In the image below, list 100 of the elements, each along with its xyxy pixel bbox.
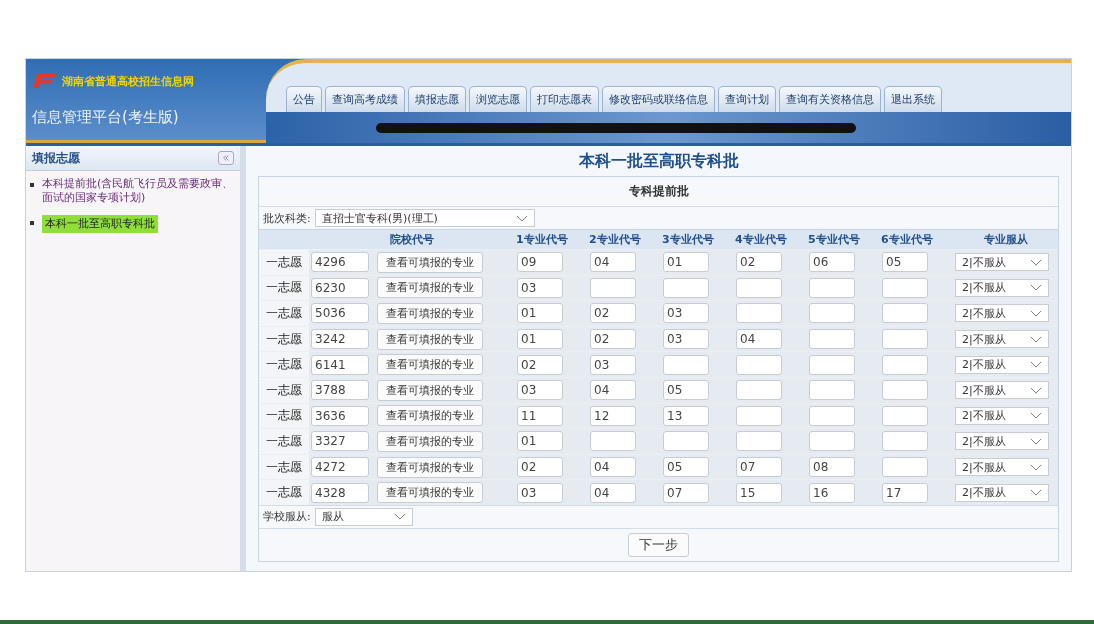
major-code-field[interactable]: 01: [517, 329, 563, 350]
major-code-field[interactable]: 12: [590, 405, 636, 426]
obey-dropdown[interactable]: 2|不服从: [955, 330, 1049, 349]
major-code-field[interactable]: 04: [590, 252, 636, 273]
major-code-field[interactable]: [590, 277, 636, 298]
school-code-field[interactable]: 5036: [311, 303, 369, 324]
major-code-field[interactable]: 01: [517, 431, 563, 452]
nav-tab[interactable]: 查询计划: [718, 86, 776, 112]
obey-dropdown[interactable]: 2|不服从: [955, 432, 1049, 451]
view-majors-button[interactable]: 查看可填报的专业: [377, 354, 483, 376]
major-code-field[interactable]: 17: [882, 482, 928, 503]
major-code-field[interactable]: 16: [809, 482, 855, 503]
nav-tab[interactable]: 填报志愿: [408, 86, 466, 112]
major-code-field[interactable]: 03: [590, 354, 636, 375]
major-code-field[interactable]: 04: [590, 457, 636, 478]
obey-dropdown[interactable]: 2|不服从: [955, 406, 1049, 425]
major-code-field[interactable]: 11: [517, 405, 563, 426]
major-code-field[interactable]: [736, 277, 782, 298]
nav-tab[interactable]: 退出系统: [884, 86, 942, 112]
major-code-field[interactable]: 09: [517, 252, 563, 273]
major-code-field[interactable]: 15: [736, 482, 782, 503]
major-code-field[interactable]: [736, 405, 782, 426]
major-code-field[interactable]: [809, 354, 855, 375]
school-code-field[interactable]: 4296: [311, 252, 369, 273]
major-code-field[interactable]: 04: [736, 329, 782, 350]
major-code-field[interactable]: 03: [517, 277, 563, 298]
major-code-field[interactable]: 03: [663, 329, 709, 350]
major-code-field[interactable]: 04: [590, 380, 636, 401]
major-code-field[interactable]: [882, 380, 928, 401]
major-code-field[interactable]: 02: [590, 329, 636, 350]
major-code-field[interactable]: 03: [517, 482, 563, 503]
view-majors-button[interactable]: 查看可填报的专业: [377, 482, 483, 504]
obey-dropdown[interactable]: 2|不服从: [955, 483, 1049, 502]
next-button[interactable]: 下一步: [628, 532, 689, 557]
major-code-field[interactable]: 01: [663, 252, 709, 273]
view-majors-button[interactable]: 查看可填报的专业: [377, 328, 483, 350]
view-majors-button[interactable]: 查看可填报的专业: [377, 379, 483, 401]
view-majors-button[interactable]: 查看可填报的专业: [377, 405, 483, 427]
major-code-field[interactable]: [809, 431, 855, 452]
view-majors-button[interactable]: 查看可填报的专业: [377, 303, 483, 324]
major-code-field[interactable]: 05: [663, 457, 709, 478]
batch-dropdown[interactable]: 直招士官专科(男)(理工): [314, 209, 535, 227]
major-code-field[interactable]: [809, 405, 855, 426]
school-code-field[interactable]: 4272: [311, 457, 369, 478]
major-code-field[interactable]: [736, 380, 782, 401]
major-code-field[interactable]: [882, 457, 928, 478]
nav-tab[interactable]: 查询高考成绩: [325, 86, 405, 112]
major-code-field[interactable]: [882, 431, 928, 452]
major-code-field[interactable]: 01: [517, 303, 563, 324]
nav-tab[interactable]: 打印志愿表: [530, 86, 599, 112]
nav-tab[interactable]: 查询有关资格信息: [779, 86, 881, 112]
major-code-field[interactable]: 04: [590, 482, 636, 503]
school-code-field[interactable]: 4328: [311, 482, 369, 503]
major-code-field[interactable]: 13: [663, 405, 709, 426]
major-code-field[interactable]: [882, 329, 928, 350]
obey-dropdown[interactable]: 2|不服从: [955, 278, 1049, 297]
major-code-field[interactable]: [736, 303, 782, 324]
major-code-field[interactable]: [663, 431, 709, 452]
obey-dropdown[interactable]: 2|不服从: [955, 304, 1049, 323]
view-majors-button[interactable]: 查看可填报的专业: [377, 277, 483, 299]
nav-tab[interactable]: 浏览志愿: [469, 86, 527, 112]
major-code-field[interactable]: [809, 329, 855, 350]
major-code-field[interactable]: 07: [663, 482, 709, 503]
major-code-field[interactable]: [736, 431, 782, 452]
major-code-field[interactable]: [809, 303, 855, 324]
sidebar-link[interactable]: 本科提前批(含民航飞行员及需要政审、面试的国家专项计划): [42, 177, 236, 205]
nav-tab[interactable]: 公告: [286, 86, 322, 112]
major-code-field[interactable]: [663, 354, 709, 375]
view-majors-button[interactable]: 查看可填报的专业: [377, 251, 483, 273]
major-code-field[interactable]: 02: [517, 354, 563, 375]
major-code-field[interactable]: 05: [882, 252, 928, 273]
obey-dropdown[interactable]: 2|不服从: [955, 253, 1049, 272]
view-majors-button[interactable]: 查看可填报的专业: [377, 430, 483, 452]
major-code-field[interactable]: 03: [663, 303, 709, 324]
school-code-field[interactable]: 3242: [311, 329, 369, 350]
major-code-field[interactable]: [882, 405, 928, 426]
major-code-field[interactable]: 02: [517, 457, 563, 478]
view-majors-button[interactable]: 查看可填报的专业: [377, 456, 483, 478]
major-code-field[interactable]: [736, 354, 782, 375]
nav-tab[interactable]: 修改密码或联络信息: [602, 86, 715, 112]
school-code-field[interactable]: 3327: [311, 431, 369, 452]
obey-dropdown[interactable]: 2|不服从: [955, 381, 1049, 400]
obey-dropdown[interactable]: 2|不服从: [955, 355, 1049, 374]
school-code-field[interactable]: 3636: [311, 405, 369, 426]
major-code-field[interactable]: 08: [809, 457, 855, 478]
major-code-field[interactable]: [663, 277, 709, 298]
school-code-field[interactable]: 3788: [311, 380, 369, 401]
major-code-field[interactable]: 02: [736, 252, 782, 273]
obey-dropdown[interactable]: 2|不服从: [955, 458, 1049, 477]
major-code-field[interactable]: [809, 277, 855, 298]
major-code-field[interactable]: 02: [590, 303, 636, 324]
major-code-field[interactable]: [590, 431, 636, 452]
major-code-field[interactable]: 07: [736, 457, 782, 478]
major-code-field[interactable]: 05: [663, 380, 709, 401]
major-code-field[interactable]: [882, 354, 928, 375]
major-code-field[interactable]: [809, 380, 855, 401]
school-code-field[interactable]: 6230: [311, 277, 369, 298]
major-code-field[interactable]: 06: [809, 252, 855, 273]
sidebar-link[interactable]: 本科一批至高职专科批: [42, 215, 158, 233]
major-code-field[interactable]: [882, 277, 928, 298]
